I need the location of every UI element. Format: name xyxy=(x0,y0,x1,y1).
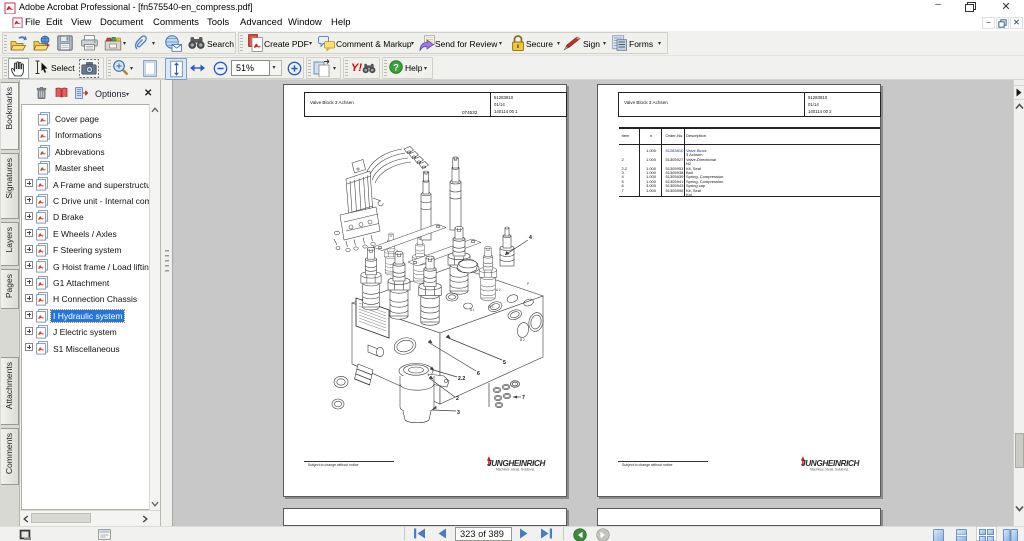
svg-text:P: P xyxy=(527,282,529,286)
svg-text:7: 7 xyxy=(522,395,525,401)
svg-text:Machines. Ideas. Solutions.: Machines. Ideas. Solutions. xyxy=(810,467,849,471)
svg-text:4: 4 xyxy=(529,235,532,241)
svg-text:A 2: A 2 xyxy=(496,288,501,292)
svg-text:5: 5 xyxy=(503,360,506,366)
svg-text:B 1: B 1 xyxy=(489,305,494,309)
svg-text:3: 3 xyxy=(457,410,460,416)
svg-text:6: 6 xyxy=(477,371,480,377)
svg-text:A 1: A 1 xyxy=(470,308,475,312)
svg-text:B 2: B 2 xyxy=(520,338,525,342)
svg-text:2.2: 2.2 xyxy=(458,376,465,382)
svg-text:2: 2 xyxy=(456,396,459,402)
svg-text:?: ? xyxy=(393,62,399,73)
